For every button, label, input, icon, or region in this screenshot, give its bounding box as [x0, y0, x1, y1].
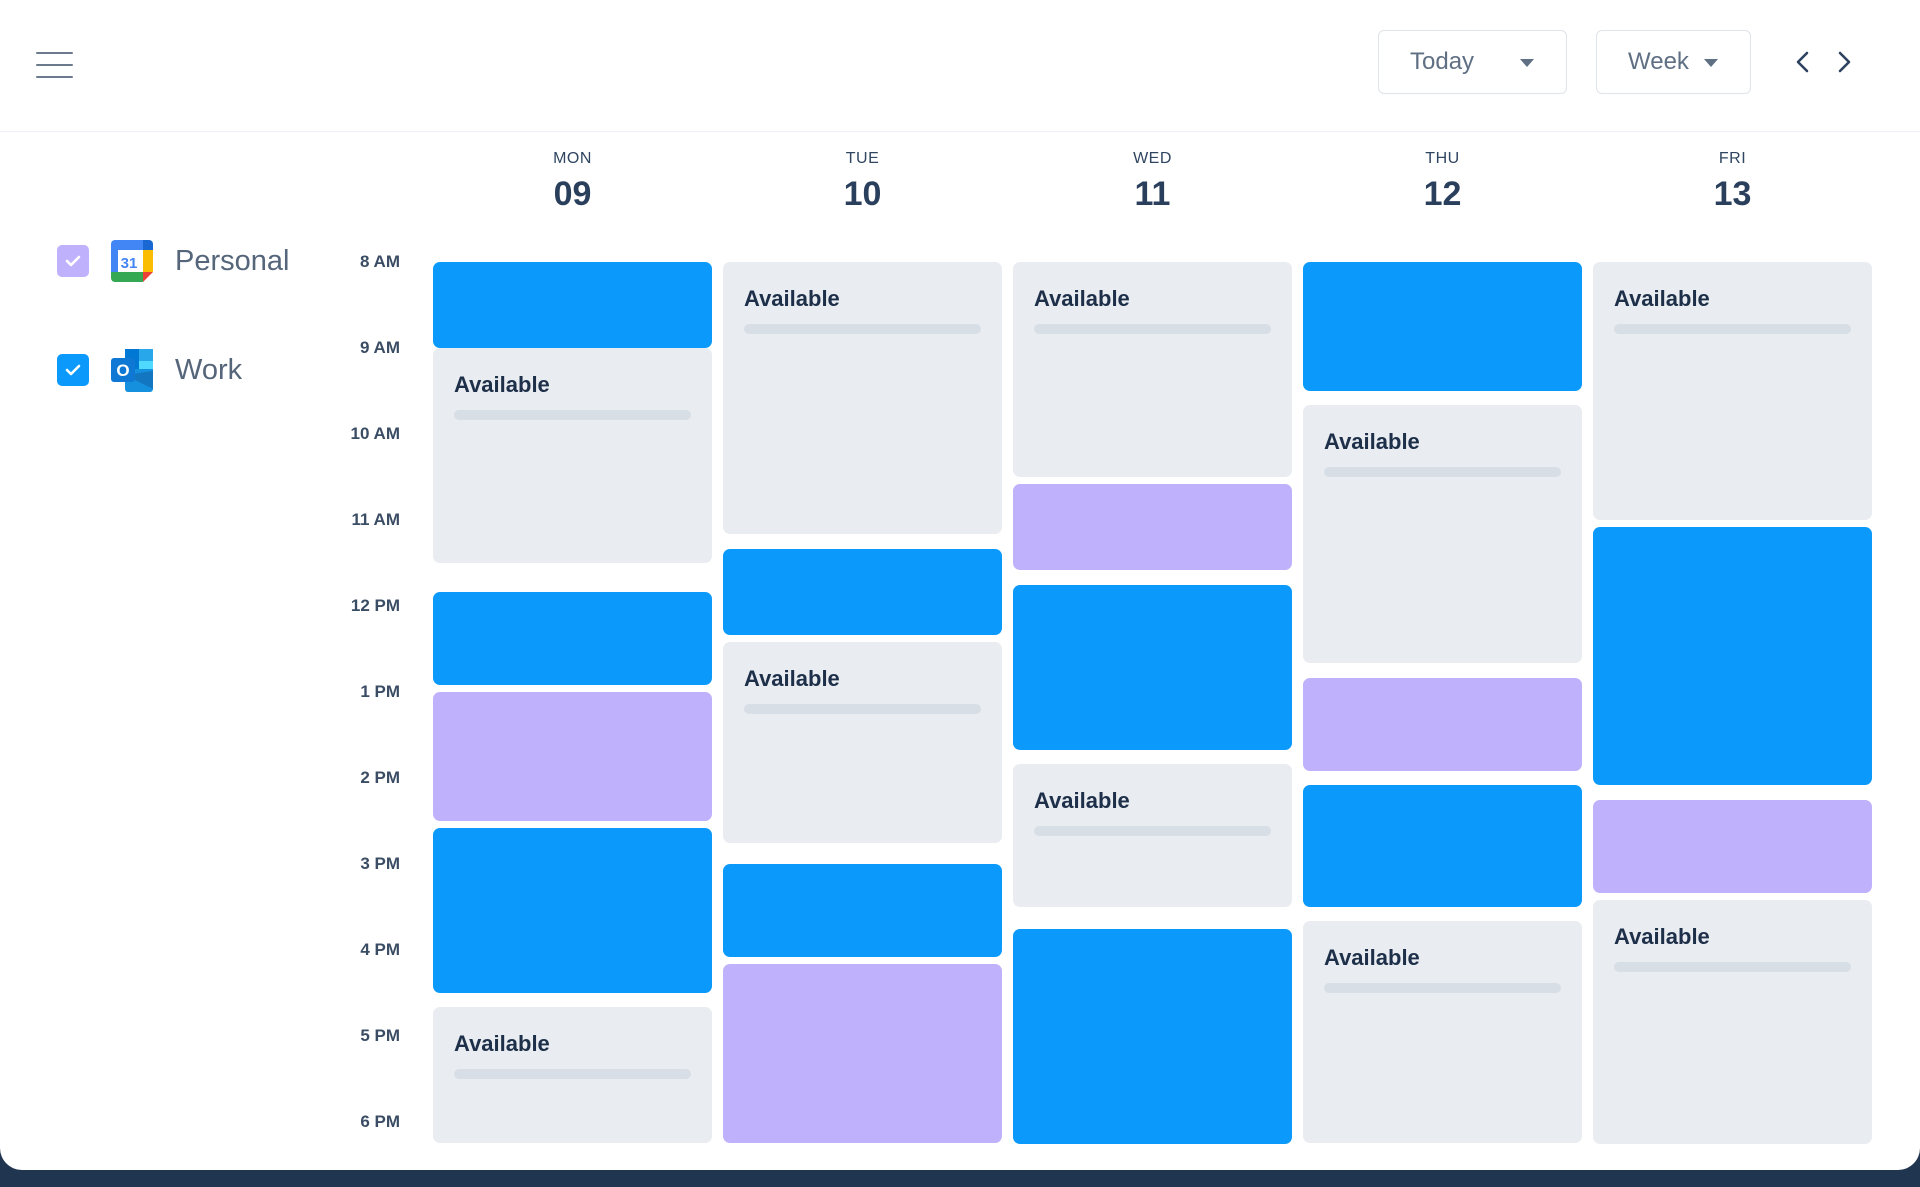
checkmark-icon [65, 364, 81, 376]
time-label: 5 PM [360, 1026, 400, 1045]
calendar-toggle-personal[interactable]: 31 Personal [57, 235, 289, 287]
calendar-app: Today Week 31 Personal O Work 8 AM 9 AM … [0, 0, 1920, 1170]
personal-event[interactable] [1303, 678, 1582, 771]
time-label: 8 AM [360, 252, 400, 271]
today-label: Today [1410, 48, 1475, 75]
placeholder-line [744, 704, 981, 714]
placeholder-line [744, 324, 981, 334]
time-label: 11 AM [351, 510, 400, 529]
personal-checkbox[interactable] [57, 245, 89, 277]
available-label: Available [1034, 286, 1130, 311]
personal-event[interactable] [1593, 800, 1872, 893]
day-name: FRI [1718, 150, 1747, 167]
day-header-thu[interactable]: THU 12 [1303, 150, 1582, 214]
work-event[interactable] [433, 262, 712, 348]
day-header-wed[interactable]: WED 11 [1013, 150, 1292, 214]
time-label: 4 PM [360, 940, 400, 959]
work-checkbox[interactable] [57, 354, 89, 386]
time-label: 10 AM [350, 424, 400, 443]
available-slot[interactable]: Available [433, 1007, 712, 1143]
caret-down-icon [1704, 59, 1718, 67]
time-label: 1 PM [360, 682, 400, 701]
day-number: 12 [1423, 175, 1462, 213]
work-event[interactable] [433, 592, 712, 685]
chevron-right-icon [1838, 51, 1851, 73]
time-label: 6 PM [360, 1112, 400, 1131]
available-label: Available [1324, 945, 1420, 970]
personal-event[interactable] [433, 692, 712, 821]
view-dropdown[interactable]: Week [1596, 30, 1751, 94]
work-event[interactable] [1303, 785, 1582, 907]
available-slot[interactable]: Available [1593, 262, 1872, 520]
available-slot[interactable]: Available [433, 348, 712, 563]
available-label: Available [1324, 429, 1420, 454]
svg-text:O: O [116, 361, 129, 380]
placeholder-line [1034, 826, 1271, 836]
available-slot[interactable]: Available [1303, 921, 1582, 1143]
personal-event[interactable] [1013, 484, 1292, 570]
available-slot[interactable]: Available [723, 642, 1002, 843]
work-event[interactable] [433, 828, 712, 993]
available-label: Available [454, 1031, 550, 1056]
day-number: 09 [553, 175, 592, 213]
day-number: 10 [843, 175, 882, 213]
placeholder-line [1034, 324, 1271, 334]
placeholder-line [454, 1069, 691, 1079]
day-name: WED [1133, 150, 1172, 167]
day-header-tue[interactable]: TUE 10 [723, 150, 1002, 214]
time-label: 12 PM [350, 596, 400, 615]
outlook-icon: O [109, 347, 155, 393]
available-label: Available [1614, 286, 1710, 311]
day-name: MON [553, 150, 592, 167]
checkmark-icon [65, 255, 81, 267]
top-bar: Today Week [0, 0, 1920, 132]
next-week-button[interactable] [1833, 50, 1855, 74]
hamburger-menu-icon[interactable] [36, 52, 73, 78]
available-label: Available [744, 666, 840, 691]
work-event[interactable] [723, 864, 1002, 957]
day-number: 13 [1713, 175, 1752, 213]
chevron-left-icon [1796, 51, 1809, 73]
available-slot[interactable]: Available [1303, 405, 1582, 663]
placeholder-line [454, 410, 691, 420]
time-label: 9 AM [360, 338, 400, 357]
available-slot[interactable]: Available [1013, 764, 1292, 907]
day-header-mon[interactable]: MON 09 [433, 150, 712, 214]
calendar-label-personal: Personal [175, 244, 290, 277]
available-slot[interactable]: Available [1013, 262, 1292, 477]
day-number: 11 [1134, 175, 1171, 213]
calendar-toggle-work[interactable]: O Work [57, 344, 242, 396]
available-slot[interactable]: Available [723, 262, 1002, 534]
placeholder-line [1614, 324, 1851, 334]
placeholder-line [1324, 983, 1561, 993]
available-label: Available [1614, 924, 1710, 949]
today-dropdown[interactable]: Today [1378, 30, 1567, 94]
available-label: Available [454, 372, 550, 397]
caret-down-icon [1520, 59, 1534, 67]
time-label: 3 PM [360, 854, 400, 873]
placeholder-line [1614, 962, 1851, 972]
day-name: THU [1425, 150, 1460, 167]
available-label: Available [1034, 788, 1130, 813]
work-event[interactable] [1303, 262, 1582, 391]
work-event[interactable] [1013, 585, 1292, 750]
available-label: Available [744, 286, 840, 311]
view-label: Week [1628, 48, 1689, 75]
available-slot[interactable]: Available [1593, 900, 1872, 1144]
previous-week-button[interactable] [1792, 50, 1814, 74]
work-event[interactable] [723, 549, 1002, 635]
time-label: 2 PM [360, 768, 400, 787]
placeholder-line [1324, 467, 1561, 477]
calendar-label-work: Work [175, 353, 243, 386]
work-event[interactable] [1013, 929, 1292, 1144]
google-calendar-icon: 31 [109, 238, 155, 284]
personal-event[interactable] [723, 964, 1002, 1143]
day-name: TUE [845, 150, 880, 167]
work-event[interactable] [1593, 527, 1872, 785]
svg-text:31: 31 [121, 255, 138, 272]
day-header-fri[interactable]: FRI 13 [1593, 150, 1872, 214]
